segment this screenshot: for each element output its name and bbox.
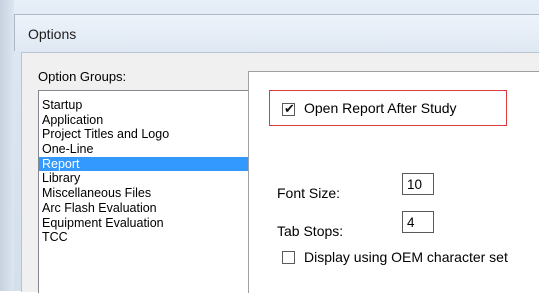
list-item-project-titles-and-logo[interactable]: Project Titles and Logo <box>39 127 250 142</box>
font-size-label: Font Size: <box>277 185 341 201</box>
list-item-application[interactable]: Application <box>39 113 250 128</box>
display-oem-checkbox[interactable] <box>282 251 295 264</box>
list-item-report[interactable]: Report <box>39 156 250 172</box>
tab-stops-input[interactable] <box>402 211 434 233</box>
display-oem-label[interactable]: Display using OEM character set <box>304 249 508 265</box>
dialog-body: Option Groups: Startup Application Proje… <box>21 52 539 293</box>
option-groups-list[interactable]: Startup Application Project Titles and L… <box>38 90 251 293</box>
options-window: Options Option Groups: Startup Applicati… <box>0 0 539 293</box>
list-item-one-line[interactable]: One-Line <box>39 142 250 157</box>
option-groups-label: Option Groups: <box>38 69 127 84</box>
list-item-arc-flash-evaluation[interactable]: Arc Flash Evaluation <box>39 201 250 216</box>
window-shadow <box>0 0 14 291</box>
font-size-input[interactable] <box>402 173 434 195</box>
window-title: Options <box>28 26 77 42</box>
list-item-startup[interactable]: Startup <box>39 98 250 113</box>
tab-stops-label: Tab Stops: <box>277 223 344 239</box>
checkmark-icon: ✔ <box>284 101 295 116</box>
report-settings-panel: ✔ Open Report After Study Font Size: Tab… <box>248 71 539 293</box>
open-report-label[interactable]: Open Report After Study <box>304 100 457 116</box>
list-item-miscellaneous-files[interactable]: Miscellaneous Files <box>39 186 250 201</box>
list-item-equipment-evaluation[interactable]: Equipment Evaluation <box>39 216 250 231</box>
open-report-checkbox[interactable]: ✔ <box>282 101 295 116</box>
list-item-library[interactable]: Library <box>39 171 250 186</box>
list-item-tcc[interactable]: TCC <box>39 230 250 245</box>
title-bar[interactable]: Options <box>14 14 539 51</box>
